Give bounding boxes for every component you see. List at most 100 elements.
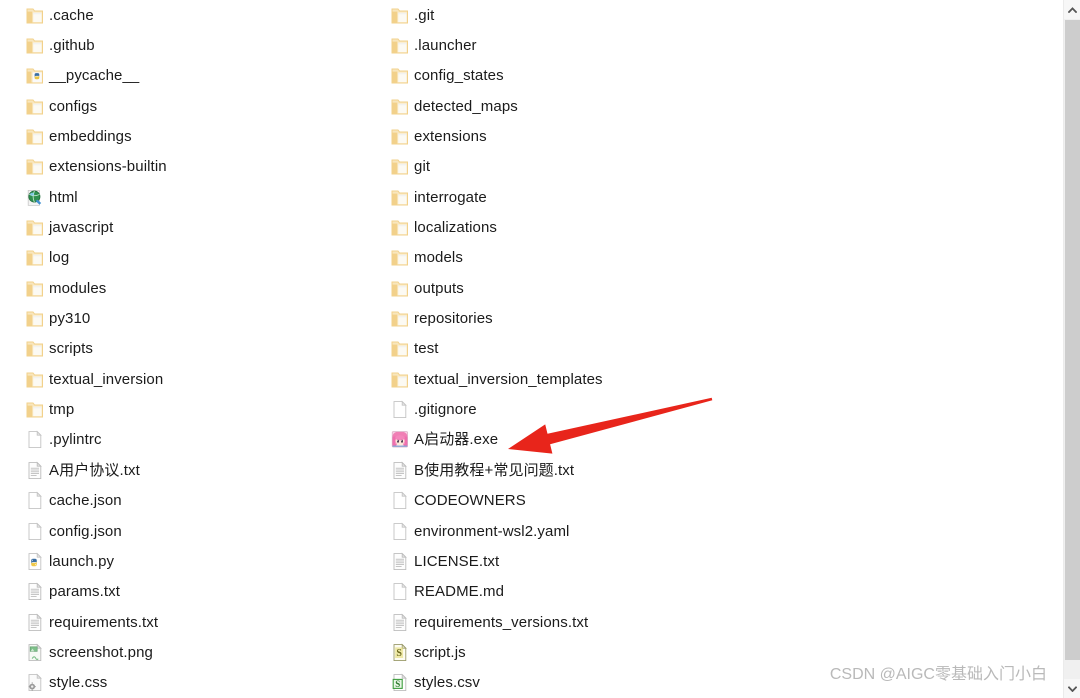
folder-list-item[interactable]: git [391, 152, 731, 182]
file-list-item[interactable]: .pylintrc [26, 425, 366, 455]
file-name-label: environment-wsl2.yaml [414, 522, 570, 540]
globe-icon [26, 187, 44, 208]
file-list-item[interactable]: .gitignore [391, 394, 731, 424]
folder-list-item[interactable]: html [26, 182, 366, 212]
folder-list-item[interactable]: configs [26, 91, 366, 121]
folder-list-item[interactable]: extensions [391, 121, 731, 151]
folder-list-item[interactable]: .git [391, 0, 731, 30]
folder-list-item[interactable]: javascript [26, 212, 366, 242]
blank-file-icon [391, 521, 409, 542]
file-list-item[interactable]: A启动器.exe [391, 425, 731, 455]
file-list-item[interactable]: Sscript.js [391, 637, 731, 667]
folder-list-item[interactable]: py310 [26, 303, 366, 333]
file-name-label: __pycache__ [49, 67, 140, 85]
folder-icon [26, 217, 44, 238]
folder-icon [391, 278, 409, 299]
folder-list-item[interactable]: log [26, 243, 366, 273]
file-name-label: outputs [414, 279, 464, 297]
folder-icon [26, 278, 44, 299]
folder-list-item[interactable]: .github [26, 30, 366, 60]
folder-list-item[interactable]: models [391, 243, 731, 273]
folder-list-item[interactable]: detected_maps [391, 91, 731, 121]
folder-list-item[interactable]: .launcher [391, 30, 731, 60]
scrollbar-up-button[interactable] [1064, 0, 1080, 19]
file-name-label: html [49, 188, 78, 206]
file-list-item[interactable]: params.txt [26, 577, 366, 607]
folder-list-item[interactable]: extensions-builtin [26, 152, 366, 182]
folder-list-item[interactable]: config_states [391, 61, 731, 91]
file-name-label: log [49, 249, 70, 267]
file-name-label: .git [414, 6, 435, 24]
folder-icon [391, 65, 409, 86]
file-name-label: cache.json [49, 492, 122, 510]
file-name-label: scripts [49, 340, 94, 358]
folder-list-item[interactable]: repositories [391, 303, 731, 333]
folder-list-item[interactable]: outputs [391, 273, 731, 303]
folder-icon [391, 126, 409, 147]
file-list-item[interactable]: README.md [391, 577, 731, 607]
file-name-label: git [414, 158, 431, 176]
folder-icon [391, 217, 409, 238]
file-list-item[interactable]: LICENSE.txt [391, 546, 731, 576]
file-name-label: configs [49, 97, 98, 115]
folder-list-item[interactable]: embeddings [26, 121, 366, 151]
svg-text:S: S [395, 679, 400, 689]
file-list-item[interactable]: config.json [26, 516, 366, 546]
file-list-item[interactable]: Sstyles.csv [391, 668, 731, 698]
folder-icon [26, 399, 44, 420]
folder-list-item[interactable]: textual_inversion_templates [391, 364, 731, 394]
file-name-label: config.json [49, 522, 122, 540]
text-file-icon [391, 612, 409, 633]
scrollbar-thumb[interactable] [1065, 20, 1080, 660]
scrollbar-down-button[interactable] [1064, 679, 1080, 698]
file-name-label: interrogate [414, 188, 487, 206]
folder-list-item[interactable]: textual_inversion [26, 364, 366, 394]
file-name-label: textual_inversion [49, 370, 164, 388]
file-list-item[interactable]: A用户协议.txt [26, 455, 366, 485]
file-name-label: .launcher [414, 37, 477, 55]
folder-icon [26, 126, 44, 147]
file-list-item[interactable]: launch.py [26, 546, 366, 576]
folder-icon [391, 338, 409, 359]
folder-list-item[interactable]: localizations [391, 212, 731, 242]
file-name-label: test [414, 340, 439, 358]
file-name-label: LICENSE.txt [414, 552, 500, 570]
file-name-label: script.js [414, 643, 466, 661]
file-name-label: repositories [414, 310, 493, 328]
vertical-scrollbar[interactable] [1063, 0, 1080, 698]
file-list-item[interactable]: requirements.txt [26, 607, 366, 637]
file-list-item[interactable]: CODEOWNERS [391, 486, 731, 516]
file-name-label: README.md [414, 583, 505, 601]
text-file-icon [26, 581, 44, 602]
file-list-item[interactable]: screenshot.png [26, 637, 366, 667]
folder-list-item[interactable]: interrogate [391, 182, 731, 212]
python-file-icon [26, 551, 44, 572]
folder-icon [26, 308, 44, 329]
file-name-label: extensions [414, 128, 487, 146]
folder-icon [391, 5, 409, 26]
chevron-down-icon [1068, 685, 1077, 692]
folder-list-item[interactable]: test [391, 334, 731, 364]
file-name-label: javascript [49, 219, 114, 237]
file-name-label: extensions-builtin [49, 158, 167, 176]
file-name-label: .github [49, 37, 95, 55]
file-list-item[interactable]: requirements_versions.txt [391, 607, 731, 637]
file-list-column-left: .cache .github __pycache__configs embedding… [26, 0, 366, 698]
file-name-label: A启动器.exe [414, 431, 499, 449]
folder-list-item[interactable]: .cache [26, 0, 366, 30]
folder-icon [391, 35, 409, 56]
folder-list-item[interactable]: __pycache__ [26, 61, 366, 91]
folder-list-item[interactable]: scripts [26, 334, 366, 364]
folder-list-item[interactable]: tmp [26, 394, 366, 424]
file-list-column-right: .git .launcher config_states detected_mapse… [391, 0, 731, 698]
file-name-label: requirements_versions.txt [414, 613, 589, 631]
file-list-item[interactable]: style.css [26, 668, 366, 698]
folder-list-item[interactable]: modules [26, 273, 366, 303]
file-list-item[interactable]: B使用教程+常见问题.txt [391, 455, 731, 485]
folder-icon [391, 247, 409, 268]
file-list-item[interactable]: cache.json [26, 486, 366, 516]
file-list-item[interactable]: environment-wsl2.yaml [391, 516, 731, 546]
png-file-icon [26, 642, 44, 663]
file-name-label: screenshot.png [49, 643, 153, 661]
text-file-icon [391, 460, 409, 481]
